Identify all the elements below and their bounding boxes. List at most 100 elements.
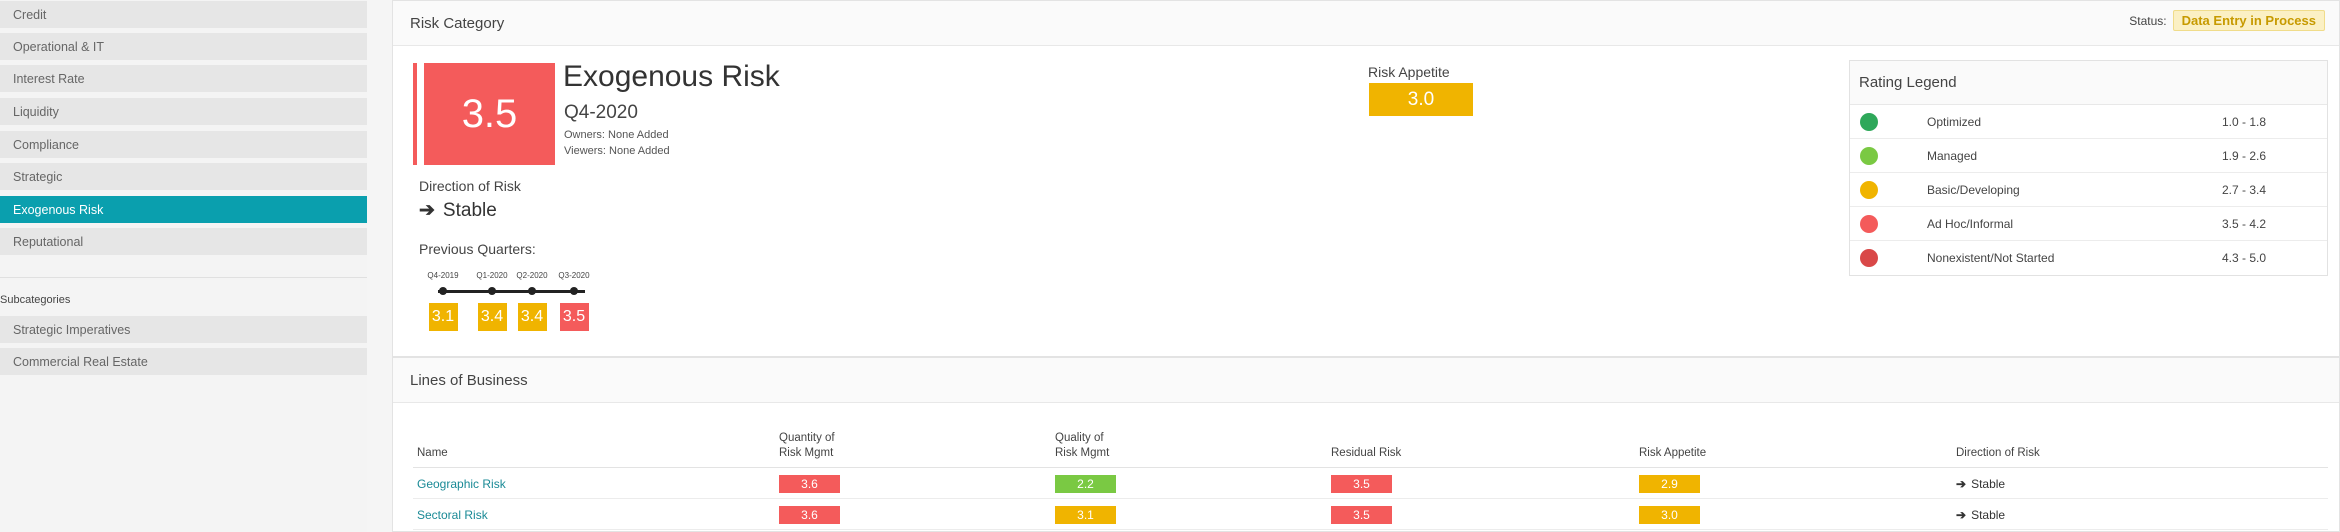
- col-quality-header-line1: Quality of: [1055, 432, 1104, 444]
- sidebar-item-operational-it[interactable]: Operational & IT: [0, 33, 367, 62]
- direction-text: Stable: [442, 199, 497, 221]
- table-row: Geographic Risk 3.6 2.2 3.5 2.9 ➔ Stable: [413, 468, 2328, 499]
- lob-header: Lines of Business: [393, 358, 2339, 403]
- residual-score: 3.5: [1331, 475, 1392, 493]
- category-score: 3.5: [424, 63, 555, 165]
- sidebar-subitem-commercial-real-estate[interactable]: Commercial Real Estate: [0, 348, 367, 377]
- direction-text: Stable: [1971, 477, 2006, 491]
- col-quantity-header-line1: Quantity of: [779, 432, 835, 444]
- arrow-right-icon: ➔: [1956, 508, 1967, 522]
- col-appetite-header: Risk Appetite: [1639, 447, 1707, 459]
- timeline-dot: [528, 287, 536, 295]
- timeline-dot: [439, 287, 447, 295]
- risk-category-title: Risk Category: [410, 15, 505, 32]
- legend-dot-icon: [1860, 215, 1878, 233]
- legend-row: Basic/Developing 2.7 - 3.4: [1850, 173, 2327, 207]
- timeline-score: 3.4: [477, 303, 507, 331]
- col-name-header: Name: [417, 447, 448, 459]
- quantity-score: 3.6: [779, 506, 840, 524]
- legend-range: 3.5 - 4.2: [2222, 217, 2267, 231]
- legend-row: Optimized 1.0 - 1.8: [1850, 105, 2327, 139]
- lob-table-header: Name Quantity of Risk Mgmt Quality of Ri…: [413, 428, 2328, 468]
- app-root: Credit Operational & IT Interest Rate Li…: [0, 0, 2340, 532]
- quality-score: 3.1: [1055, 506, 1116, 524]
- direction-text: Stable: [1971, 508, 2006, 522]
- arrow-right-icon: ➔: [419, 200, 435, 221]
- legend-name: Optimized: [1927, 115, 1982, 129]
- category-owners: Owners: None Added: [564, 129, 669, 141]
- residual-score: 3.5: [1331, 506, 1392, 524]
- lob-title: Lines of Business: [410, 372, 528, 389]
- timeline-score: 3.5: [559, 303, 589, 331]
- score-accent-bar: [413, 63, 417, 165]
- appetite-score: 3.0: [1639, 506, 1700, 524]
- legend-row: Nonexistent/Not Started 4.3 - 5.0: [1850, 241, 2327, 275]
- timeline-dot: [488, 287, 496, 295]
- risk-category-header: Risk Category Status: Data Entry in Proc…: [393, 1, 2339, 46]
- sidebar-divider: [0, 277, 367, 278]
- quantity-score: 3.6: [779, 475, 840, 493]
- lob-name-link[interactable]: Geographic Risk: [417, 477, 506, 491]
- quality-score: 2.2: [1055, 475, 1116, 493]
- col-direction-header: Direction of Risk: [1956, 447, 2040, 459]
- status-indicator: Status: Data Entry in Process: [2129, 10, 2325, 31]
- col-residual-header: Residual Risk: [1331, 447, 1402, 459]
- appetite-score: 2.9: [1639, 475, 1700, 493]
- rating-legend: Rating Legend Optimized 1.0 - 1.8 Manage…: [1849, 60, 2328, 276]
- legend-range: 1.0 - 1.8: [2222, 115, 2267, 129]
- sidebar: Credit Operational & IT Interest Rate Li…: [0, 0, 367, 532]
- legend-row: Ad Hoc/Informal 3.5 - 4.2: [1850, 207, 2327, 241]
- timeline-score: 3.1: [428, 303, 458, 331]
- legend-name: Ad Hoc/Informal: [1927, 217, 2014, 231]
- risk-appetite-label: Risk Appetite: [1368, 64, 1450, 80]
- timeline-quarter: Q3-2020: [558, 271, 590, 280]
- col-quantity-header-line2: Risk Mgmt: [779, 447, 834, 459]
- legend-name: Basic/Developing: [1927, 183, 2020, 197]
- timeline-quarter: Q2-2020: [516, 271, 548, 280]
- sidebar-item-exogenous-risk[interactable]: Exogenous Risk: [0, 196, 367, 225]
- timeline-node: Q4-2019 3.1: [423, 269, 463, 331]
- col-quality-header-line2: Risk Mgmt: [1055, 447, 1110, 459]
- previous-quarters-label: Previous Quarters:: [419, 241, 536, 257]
- legend-dot-icon: [1860, 113, 1878, 131]
- timeline-node: Q1-2020 3.4: [472, 269, 512, 331]
- arrow-right-icon: ➔: [1956, 477, 1967, 491]
- timeline-node: Q2-2020 3.4: [512, 269, 552, 331]
- sidebar-item-compliance[interactable]: Compliance: [0, 131, 367, 160]
- timeline-node: Q3-2020 3.5: [554, 269, 594, 331]
- legend-dot-icon: [1860, 181, 1878, 199]
- category-name: Exogenous Risk: [563, 60, 780, 93]
- subcategories-heading: Subcategories: [0, 294, 71, 306]
- lines-of-business-panel: Lines of Business Name Quantity of Risk …: [392, 357, 2340, 532]
- legend-range: 2.7 - 3.4: [2222, 183, 2267, 197]
- timeline-quarter: Q4-2019: [427, 271, 459, 280]
- sidebar-item-liquidity[interactable]: Liquidity: [0, 98, 367, 127]
- lob-table: Name Quantity of Risk Mgmt Quality of Ri…: [413, 428, 2328, 530]
- category-viewers: Viewers: None Added: [564, 145, 670, 157]
- sidebar-item-strategic[interactable]: Strategic: [0, 163, 367, 192]
- legend-dot-icon: [1860, 249, 1878, 267]
- timeline-dot: [570, 287, 578, 295]
- status-label: Status:: [2129, 13, 2167, 28]
- col-quality-header: Quality of Risk Mgmt: [1055, 431, 1109, 461]
- direction-cell: ➔ Stable: [1956, 508, 2005, 522]
- legend-range: 1.9 - 2.6: [2222, 149, 2267, 163]
- legend-name: Managed: [1927, 149, 1978, 163]
- legend-range: 4.3 - 5.0: [2222, 251, 2267, 265]
- sidebar-item-credit[interactable]: Credit: [0, 1, 367, 30]
- sidebar-subitem-strategic-imperatives[interactable]: Strategic Imperatives: [0, 316, 367, 345]
- legend-dot-icon: [1860, 147, 1878, 165]
- timeline-quarter: Q1-2020: [476, 271, 508, 280]
- rating-legend-title: Rating Legend: [1850, 61, 2327, 105]
- lob-name-link[interactable]: Sectoral Risk: [417, 508, 488, 522]
- col-quantity-header: Quantity of Risk Mgmt: [779, 431, 835, 461]
- status-badge: Data Entry in Process: [2172, 10, 2325, 31]
- sidebar-item-interest-rate[interactable]: Interest Rate: [0, 65, 367, 94]
- legend-row: Managed 1.9 - 2.6: [1850, 139, 2327, 173]
- category-quarter: Q4-2020: [564, 102, 638, 123]
- timeline-score: 3.4: [517, 303, 547, 331]
- sidebar-item-reputational[interactable]: Reputational: [0, 228, 367, 257]
- table-row: Sectoral Risk 3.6 3.1 3.5 3.0 ➔ Stable: [413, 499, 2328, 530]
- direction-cell: ➔ Stable: [1956, 477, 2005, 491]
- direction-value: ➔ Stable: [419, 199, 497, 222]
